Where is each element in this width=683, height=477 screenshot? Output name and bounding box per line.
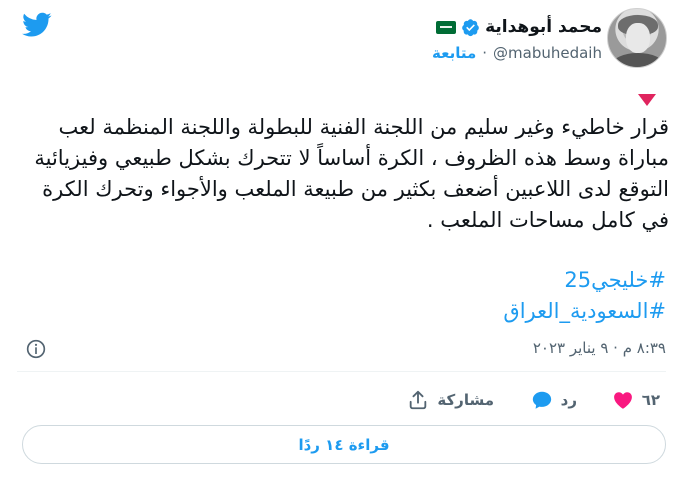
info-icon[interactable] [26,339,46,359]
share-label: مشاركة [437,391,494,409]
share-button[interactable]: مشاركة [407,384,494,416]
hashtag-link[interactable]: #خليجي25 [503,265,666,296]
author-display-name[interactable]: محمد أبوهداية [485,17,602,37]
caret-down-icon[interactable] [637,93,657,107]
like-button[interactable]: ٦٢ [612,384,660,416]
tweet-timestamp[interactable]: ٨:٣٩ م · ٩ يناير ٢٠٢٣ [533,339,666,357]
action-bar: ٦٢ رد مشاركة [0,384,683,416]
like-count: ٦٢ [641,391,660,409]
hashtag-list: #خليجي25 #السعودية_العراق [503,265,666,327]
follow-button[interactable]: متابعة [432,44,476,62]
saudi-flag-icon [436,20,457,34]
handle-separator: · [482,44,488,62]
reply-button[interactable]: رد [531,384,577,416]
avatar-shirt [612,53,664,67]
read-replies-button[interactable]: قراءة ١٤ ردًا [22,425,666,464]
reply-label: رد [560,391,577,409]
author-handle[interactable]: @mabuhedaih [493,44,602,62]
hashtag-link[interactable]: #السعودية_العراق [503,296,666,327]
twitter-logo-icon[interactable] [22,12,52,38]
author-handle-row: @mabuhedaih · متابعة [432,41,602,65]
tweet-card: محمد أبوهداية @mabuhedaih · متابعة قرار … [0,0,683,477]
heart-icon [613,392,632,409]
avatar[interactable] [607,8,667,68]
share-icon [410,390,427,410]
divider [17,371,666,372]
verified-badge-icon [462,18,479,36]
avatar-face [626,23,650,53]
reply-bubble-icon [532,391,551,409]
author-name-row[interactable]: محمد أبوهداية [436,14,602,40]
tweet-text: قرار خاطيء وغير سليم من اللجنة الفنية لل… [27,115,669,232]
